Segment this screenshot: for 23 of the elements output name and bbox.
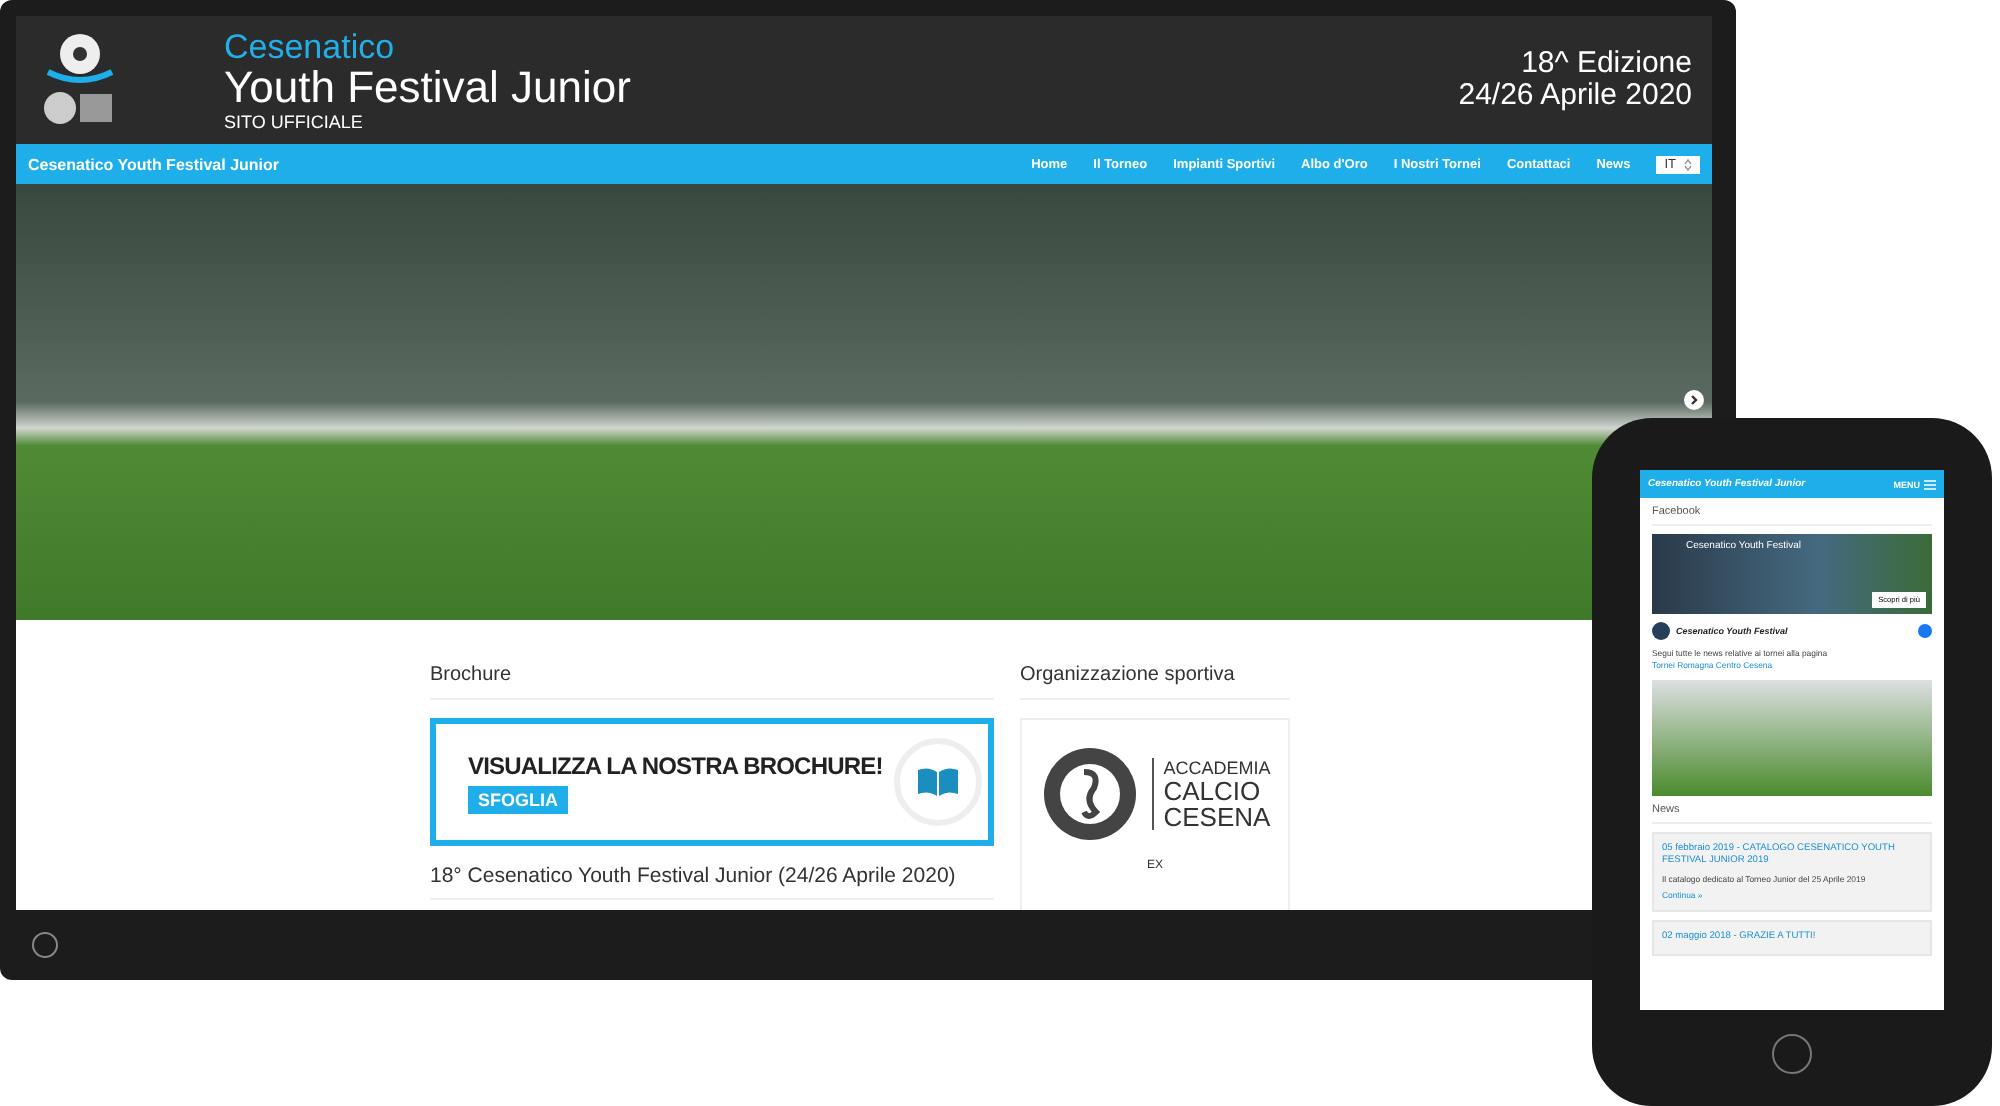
event-dates: 24/26 Aprile 2020 — [1458, 80, 1692, 112]
sponsor-name-line: CALCIO — [1163, 778, 1263, 804]
section-heading: Brochure — [430, 664, 994, 700]
brochure-caption: 18° Cesenatico Youth Festival Junior (24/26 Aprile 2020) — [430, 864, 994, 900]
section-heading: Organizzazione sportiva — [1020, 664, 1290, 700]
spinner-arrows-icon — [1684, 157, 1692, 171]
home-button[interactable] — [1772, 1034, 1812, 1074]
chevron-right-icon — [1688, 394, 1700, 406]
browse-button[interactable]: SFOGLIA — [468, 785, 568, 813]
banner-title: VISUALIZZA LA NOSTRA BROCHURE! — [468, 751, 883, 779]
site-subtitle: SITO UFFICIALE — [224, 111, 365, 131]
brochure-banner[interactable]: VISUALIZZA LA NOSTRA BROCHURE! SFOGLIA — [430, 718, 994, 846]
sponsor-name-line: CESENA — [1163, 804, 1271, 830]
next-slide-button[interactable] — [1684, 390, 1704, 410]
menu-icon — [1924, 479, 1936, 489]
sponsor-name-line: ACCADEMIA — [1163, 758, 1271, 778]
edition-label: 18^ Edizione — [1521, 48, 1692, 80]
avatar-icon — [1652, 622, 1670, 640]
nav-brand: Cesenatico Youth Festival Junior — [28, 155, 282, 173]
site-title: Youth Festival Junior — [224, 63, 633, 111]
home-button[interactable] — [32, 932, 58, 958]
site-kicker: Cesenatico — [224, 29, 397, 63]
book-icon — [916, 766, 961, 798]
